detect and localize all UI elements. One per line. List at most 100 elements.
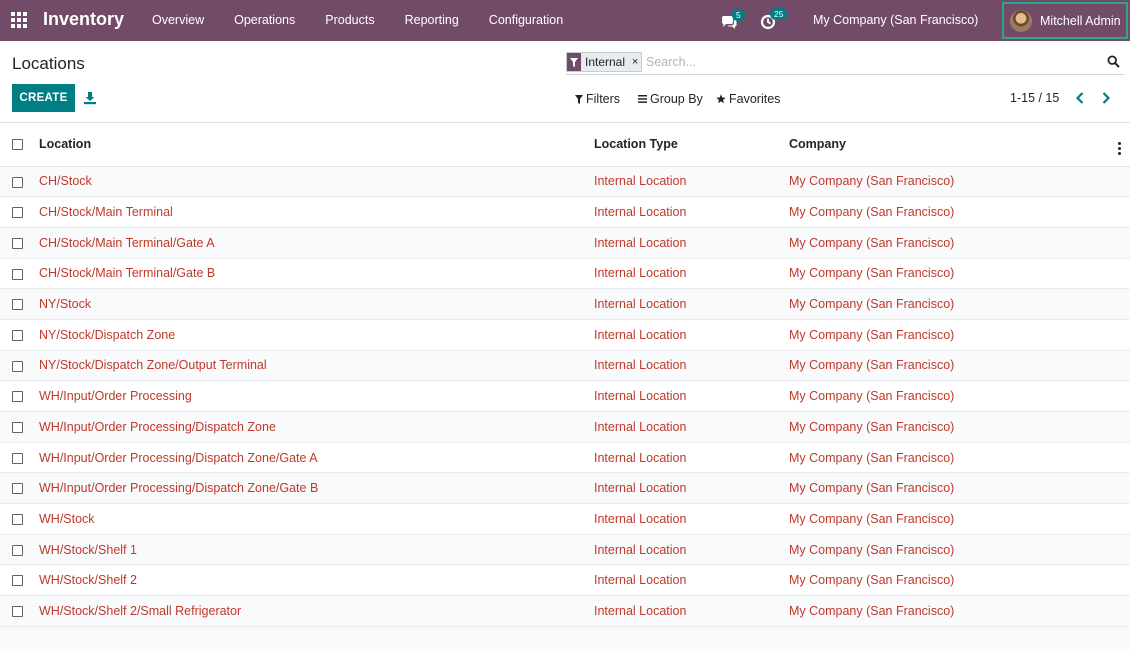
facet-remove-icon[interactable]: × xyxy=(629,53,642,71)
favorites-dropdown[interactable]: Favorites xyxy=(716,92,780,106)
location-cell[interactable]: WH/Input/Order Processing/Dispatch Zone/… xyxy=(39,472,594,505)
location-type-cell[interactable]: Internal Location xyxy=(594,411,789,443)
menu-products[interactable]: Products xyxy=(310,0,389,41)
row-checkbox[interactable] xyxy=(12,483,23,495)
optional-columns-icon[interactable] xyxy=(1118,141,1121,155)
location-type-cell[interactable]: Internal Location xyxy=(594,380,789,412)
row-checkbox[interactable] xyxy=(12,391,23,403)
row-checkbox[interactable] xyxy=(12,237,23,249)
row-checkbox[interactable] xyxy=(12,207,23,219)
table-row[interactable]: WH/Stock/Shelf 2 Internal Location My Comp… xyxy=(0,564,1130,597)
filters-dropdown[interactable]: Filters xyxy=(575,92,620,106)
location-type-cell[interactable]: Internal Location xyxy=(594,564,789,597)
location-cell[interactable]: WH/Input/Order Processing/Dispatch Zone xyxy=(39,411,594,443)
search-input[interactable] xyxy=(646,52,1086,72)
company-switcher[interactable]: My Company (San Francisco) xyxy=(813,13,978,27)
row-checkbox[interactable] xyxy=(12,360,23,372)
location-cell[interactable]: CH/Stock/Main Terminal/Gate A xyxy=(39,227,594,259)
row-checkbox[interactable] xyxy=(12,452,23,464)
column-header-company[interactable]: Company xyxy=(789,123,1118,167)
company-cell[interactable]: My Company (San Francisco) xyxy=(789,350,1118,382)
menu-operations[interactable]: Operations xyxy=(219,0,310,41)
location-type-cell[interactable]: Internal Location xyxy=(594,319,789,351)
messaging-menu[interactable]: 5 xyxy=(718,9,748,32)
location-cell[interactable]: NY/Stock/Dispatch Zone/Output Terminal xyxy=(39,350,594,382)
column-header-location-type[interactable]: Location Type xyxy=(594,123,789,167)
group-by-dropdown[interactable]: Group By xyxy=(638,92,703,106)
company-cell[interactable]: My Company (San Francisco) xyxy=(789,166,1118,198)
location-type-cell[interactable]: Internal Location xyxy=(594,503,789,535)
location-type-cell[interactable]: Internal Location xyxy=(594,472,789,505)
row-checkbox[interactable] xyxy=(12,422,23,434)
activity-menu[interactable]: 25 xyxy=(758,8,792,32)
table-row[interactable]: CH/Stock/Main Terminal/Gate A Internal Lo… xyxy=(0,227,1130,259)
table-row[interactable]: CH/Stock/Main Terminal Internal Location M… xyxy=(0,196,1130,228)
row-checkbox[interactable] xyxy=(12,299,23,311)
download-icon[interactable] xyxy=(83,91,97,105)
location-type-cell[interactable]: Internal Location xyxy=(594,534,789,566)
location-type-cell[interactable]: Internal Location xyxy=(594,258,789,290)
company-cell[interactable]: My Company (San Francisco) xyxy=(789,503,1118,535)
table-row[interactable]: WH/Stock/Shelf 2/Small Refrigerator Inter… xyxy=(0,595,1130,627)
company-cell[interactable]: My Company (San Francisco) xyxy=(789,442,1118,474)
company-cell[interactable]: My Company (San Francisco) xyxy=(789,564,1118,597)
location-cell[interactable]: CH/Stock/Main Terminal/Gate B xyxy=(39,258,594,290)
company-cell[interactable]: My Company (San Francisco) xyxy=(789,288,1118,320)
location-cell[interactable]: WH/Stock xyxy=(39,503,594,535)
table-row[interactable]: WH/Stock Internal Location My Company (San… xyxy=(0,503,1130,535)
company-cell[interactable]: My Company (San Francisco) xyxy=(789,227,1118,259)
location-cell[interactable]: WH/Stock/Shelf 2/Small Refrigerator xyxy=(39,595,594,627)
create-button[interactable]: CREATE xyxy=(12,84,75,112)
company-cell[interactable]: My Company (San Francisco) xyxy=(789,380,1118,412)
location-cell[interactable]: CH/Stock xyxy=(39,166,594,198)
row-checkbox[interactable] xyxy=(12,606,23,618)
table-row[interactable]: WH/Input/Order Processing/Dispatch Zone/… xyxy=(0,472,1130,505)
user-menu[interactable]: Mitchell Admin xyxy=(1002,2,1128,39)
company-cell[interactable]: My Company (San Francisco) xyxy=(789,196,1118,228)
company-cell[interactable]: My Company (San Francisco) xyxy=(789,595,1118,627)
pager-previous-icon[interactable] xyxy=(1074,91,1086,105)
select-all-checkbox[interactable] xyxy=(12,139,23,151)
table-row[interactable]: WH/Stock/Shelf 1 Internal Location My Comp… xyxy=(0,534,1130,566)
company-cell[interactable]: My Company (San Francisco) xyxy=(789,411,1118,443)
location-type-cell[interactable]: Internal Location xyxy=(594,350,789,382)
table-row[interactable]: NY/Stock Internal Location My Company (San… xyxy=(0,288,1130,320)
search-icon[interactable] xyxy=(1107,55,1120,68)
location-cell[interactable]: CH/Stock/Main Terminal xyxy=(39,196,594,228)
menu-reporting[interactable]: Reporting xyxy=(390,0,474,41)
table-row[interactable]: NY/Stock/Dispatch Zone/Output Terminal In… xyxy=(0,350,1130,382)
table-row[interactable]: WH/Input/Order Processing Internal Locati… xyxy=(0,380,1130,412)
pager-value[interactable]: 1-15 / 15 xyxy=(1010,91,1059,105)
location-type-cell[interactable]: Internal Location xyxy=(594,442,789,474)
row-checkbox[interactable] xyxy=(12,176,23,188)
location-cell[interactable]: NY/Stock xyxy=(39,288,594,320)
row-checkbox[interactable] xyxy=(12,514,23,526)
location-cell[interactable]: WH/Stock/Shelf 2 xyxy=(39,564,594,597)
row-checkbox[interactable] xyxy=(12,575,23,587)
row-checkbox[interactable] xyxy=(12,544,23,556)
company-cell[interactable]: My Company (San Francisco) xyxy=(789,472,1118,505)
location-cell[interactable]: WH/Stock/Shelf 1 xyxy=(39,534,594,566)
table-row[interactable]: CH/Stock/Main Terminal/Gate B Internal Lo… xyxy=(0,258,1130,290)
menu-configuration[interactable]: Configuration xyxy=(474,0,578,41)
row-checkbox[interactable] xyxy=(12,329,23,341)
location-cell[interactable]: WH/Input/Order Processing/Dispatch Zone/… xyxy=(39,442,594,474)
pager-next-icon[interactable] xyxy=(1100,91,1112,105)
location-type-cell[interactable]: Internal Location xyxy=(594,288,789,320)
table-row[interactable]: WH/Input/Order Processing/Dispatch Zone/… xyxy=(0,442,1130,474)
location-type-cell[interactable]: Internal Location xyxy=(594,227,789,259)
row-checkbox[interactable] xyxy=(12,268,23,280)
app-brand[interactable]: Inventory xyxy=(43,9,124,30)
location-type-cell[interactable]: Internal Location xyxy=(594,196,789,228)
table-row[interactable]: WH/Input/Order Processing/Dispatch Zone I… xyxy=(0,411,1130,443)
location-cell[interactable]: WH/Input/Order Processing xyxy=(39,380,594,412)
table-row[interactable]: CH/Stock Internal Location My Company (San… xyxy=(0,166,1130,198)
company-cell[interactable]: My Company (San Francisco) xyxy=(789,258,1118,290)
location-type-cell[interactable]: Internal Location xyxy=(594,595,789,627)
table-row[interactable]: NY/Stock/Dispatch Zone Internal Location M… xyxy=(0,319,1130,351)
company-cell[interactable]: My Company (San Francisco) xyxy=(789,319,1118,351)
menu-overview[interactable]: Overview xyxy=(137,0,219,41)
location-cell[interactable]: NY/Stock/Dispatch Zone xyxy=(39,319,594,351)
location-type-cell[interactable]: Internal Location xyxy=(594,166,789,198)
apps-menu-icon[interactable] xyxy=(11,12,28,28)
